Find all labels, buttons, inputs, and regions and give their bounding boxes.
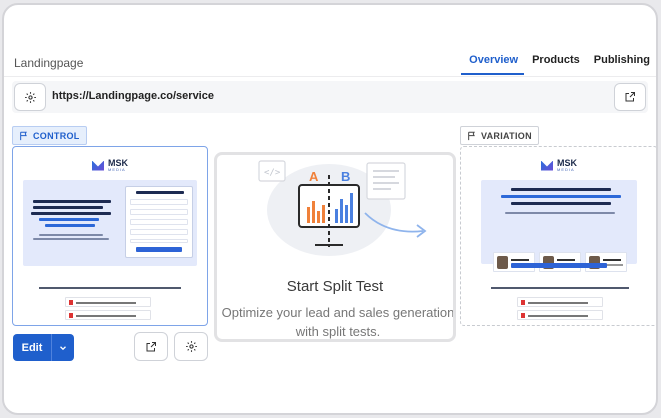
- variation-preview-card[interactable]: MSK MEDIA: [460, 146, 656, 326]
- gear-icon: [24, 91, 36, 103]
- control-tag: CONTROL: [12, 126, 87, 145]
- app-window: Landingpage Overview Products Publishing…: [2, 3, 658, 415]
- persona-card: [539, 252, 581, 272]
- msk-logo: MSK MEDIA: [13, 159, 207, 172]
- variant-b-letter: B: [341, 169, 350, 184]
- split-test-illustration: </> A B: [258, 160, 427, 256]
- control-open-button[interactable]: [134, 332, 168, 361]
- split-test-title: Start Split Test: [286, 278, 384, 295]
- url-text[interactable]: https://Landingpage.co/service: [52, 90, 214, 102]
- split-test-description: Optimize your lead and sales generation …: [221, 305, 455, 339]
- url-bar: https://Landingpage.co/service: [12, 81, 648, 113]
- preview-form: [125, 186, 193, 258]
- flag-icon: [20, 131, 27, 140]
- edit-button[interactable]: Edit: [13, 334, 74, 361]
- edit-button-label[interactable]: Edit: [13, 334, 52, 361]
- variant-a-letter: A: [309, 169, 319, 184]
- external-link-icon: [146, 341, 156, 351]
- url-settings-button[interactable]: [14, 83, 46, 111]
- tab-products[interactable]: Products: [524, 54, 586, 75]
- msk-logo-icon: [92, 160, 104, 171]
- flag-icon: [468, 131, 475, 140]
- edit-dropdown-toggle[interactable]: [52, 334, 74, 361]
- tab-publishing[interactable]: Publishing: [586, 54, 656, 75]
- msk-logo-icon: [541, 160, 553, 171]
- gear-icon: [185, 341, 197, 352]
- tab-overview[interactable]: Overview: [461, 54, 525, 75]
- app-title: Landingpage: [14, 56, 84, 70]
- preview-hero: [23, 180, 197, 266]
- open-url-button[interactable]: [614, 83, 646, 111]
- preview-hero: [481, 180, 637, 272]
- control-tag-label: CONTROL: [33, 130, 80, 141]
- msk-logo: MSK MEDIA: [461, 158, 656, 172]
- control-preview-card[interactable]: MSK MEDIA: [12, 146, 208, 326]
- logo-sub: MEDIA: [557, 167, 575, 172]
- start-split-test-card[interactable]: </> A B Start Split Test Optimize your l…: [214, 152, 456, 342]
- logo-text: MSK: [108, 158, 128, 168]
- chevron-down-icon: [60, 345, 66, 350]
- header-divider: [4, 76, 656, 77]
- persona-card: [493, 252, 535, 272]
- logo-text: MSK: [557, 158, 577, 168]
- variation-tag: VARIATION: [460, 126, 539, 145]
- tab-bar: Overview Products Publishing: [461, 54, 656, 75]
- logo-sub: MEDIA: [108, 167, 126, 172]
- control-settings-button[interactable]: [174, 332, 208, 361]
- svg-text:</>: </>: [264, 168, 281, 178]
- variation-tag-label: VARIATION: [481, 130, 532, 141]
- persona-card: [585, 252, 627, 272]
- external-link-icon: [625, 92, 635, 102]
